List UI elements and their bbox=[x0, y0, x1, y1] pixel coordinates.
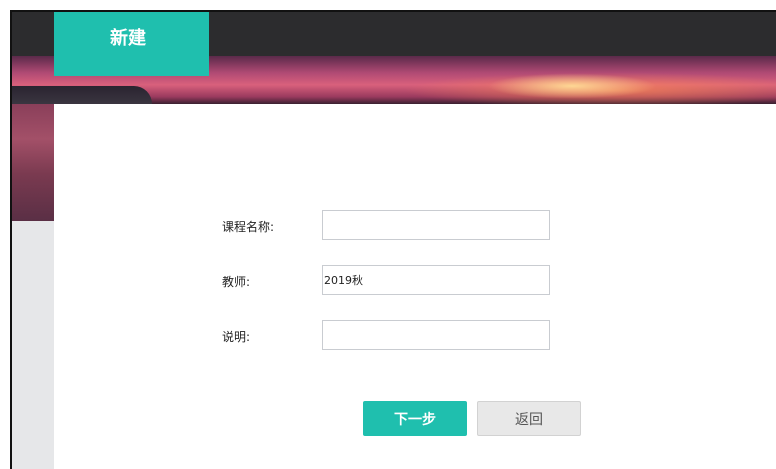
description-input[interactable] bbox=[322, 320, 550, 350]
app-window: 新建 课程名称: 教师: 说明: 下一步 返回 bbox=[10, 10, 776, 469]
teacher-label: 教师: bbox=[222, 275, 251, 289]
side-background bbox=[12, 221, 54, 469]
description-label: 说明: bbox=[222, 330, 251, 344]
next-step-button[interactable]: 下一步 bbox=[363, 401, 467, 436]
course-name-label: 课程名称: bbox=[222, 220, 275, 234]
form-panel: 课程名称: 教师: 说明: 下一步 返回 bbox=[54, 104, 776, 469]
course-name-input[interactable] bbox=[322, 210, 550, 240]
side-banner-image bbox=[12, 104, 54, 221]
back-button[interactable]: 返回 bbox=[477, 401, 581, 436]
banner-rock-silhouette bbox=[12, 86, 152, 104]
page-title: 新建 bbox=[54, 12, 209, 76]
teacher-input[interactable] bbox=[322, 265, 550, 295]
